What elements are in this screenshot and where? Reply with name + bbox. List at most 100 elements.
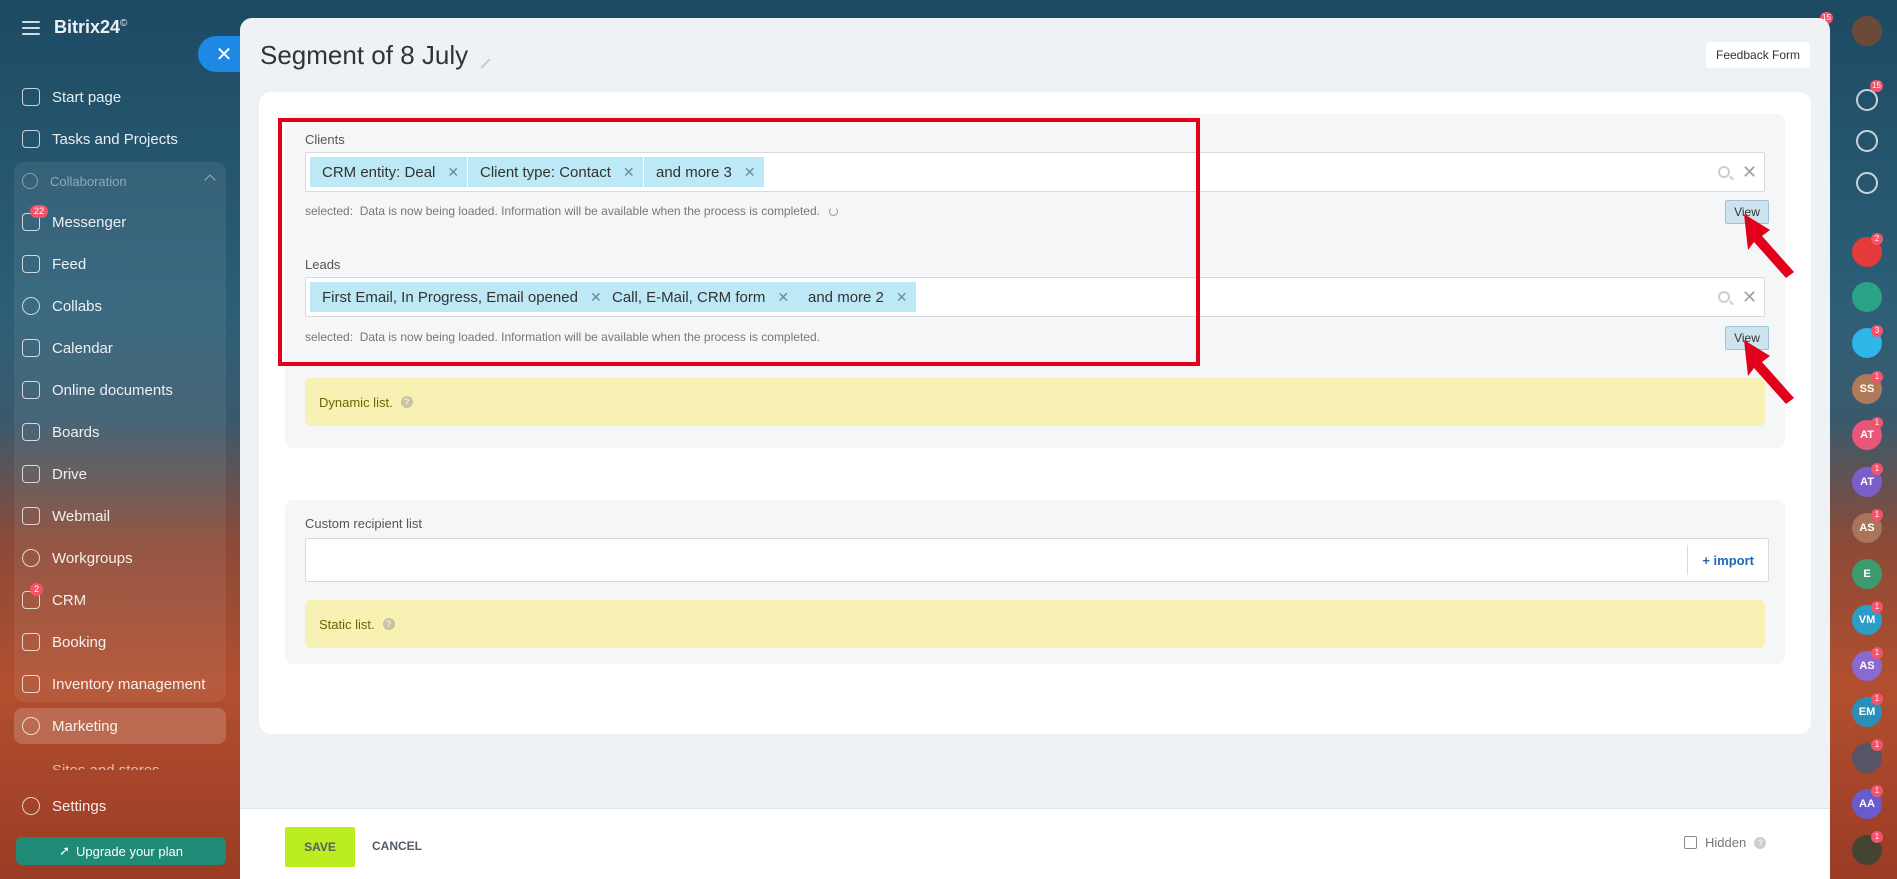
import-button[interactable]: + import xyxy=(1687,545,1768,575)
clear-icon[interactable]: ✕ xyxy=(1742,287,1757,308)
leads-tag[interactable]: Call, E-Mail, CRM form ✕ xyxy=(600,282,798,312)
collaboration-label: Collaboration xyxy=(50,173,127,189)
leads-view-button[interactable]: View xyxy=(1725,326,1769,350)
status-message: Data is now being loaded. Information wi… xyxy=(359,330,820,344)
close-slider-button[interactable]: ✕ xyxy=(198,36,242,72)
upgrade-plan-button[interactable]: ➚ Upgrade your plan xyxy=(16,837,226,865)
feedback-form-button[interactable]: Feedback Form xyxy=(1706,42,1811,68)
logo-row: Bitrix24© xyxy=(22,17,127,38)
leads-tag[interactable]: and more 2 ✕ xyxy=(796,282,916,312)
inventory-icon xyxy=(22,675,40,693)
page-title: Segment of 8 July xyxy=(260,40,491,71)
sidebar-item-label: Marketing xyxy=(52,717,118,735)
chevron-up-icon[interactable] xyxy=(204,174,216,186)
sidebar-item-messenger[interactable]: 22 Messenger xyxy=(14,204,226,240)
dynamic-list-notice: Dynamic list. ? xyxy=(305,378,1765,426)
leads-tag-label: First Email, In Progress, Email opened xyxy=(322,288,578,306)
sidebar-item-boards[interactable]: Boards xyxy=(14,414,226,450)
user-avatar[interactable] xyxy=(1852,16,1882,46)
fingerprint-icon[interactable] xyxy=(1856,130,1878,152)
bell-icon[interactable] xyxy=(1856,89,1878,111)
clients-status: selected: Data is now being loaded. Info… xyxy=(305,204,839,218)
dynamic-list-label: Dynamic list. xyxy=(319,394,393,410)
sidebar-item-label: Start page xyxy=(52,88,122,106)
sidebar-item-label: Calendar xyxy=(52,339,113,357)
sidebar-item-workgroups[interactable]: Workgroups xyxy=(14,540,226,576)
clients-view-button[interactable]: View xyxy=(1725,200,1769,224)
search-icon[interactable] xyxy=(1718,291,1730,303)
custom-recipient-input[interactable]: + import xyxy=(305,538,1769,582)
dynamic-section: Clients CRM entity: Deal ✕ Client type: … xyxy=(285,114,1785,448)
sidebar-item-webmail[interactable]: Webmail xyxy=(14,498,226,534)
remove-tag-icon[interactable]: ✕ xyxy=(777,289,789,306)
sidebar-item-label: Webmail xyxy=(52,507,111,525)
help-icon[interactable]: ? xyxy=(382,618,395,630)
remove-tag-icon[interactable]: ✕ xyxy=(447,164,459,181)
clients-tag[interactable]: and more 3 ✕ xyxy=(644,157,764,187)
hidden-checkbox[interactable] xyxy=(1684,836,1697,849)
sidebar-item-label: Settings xyxy=(52,797,107,815)
pencil-icon[interactable] xyxy=(473,51,491,68)
contact-badge: 1 xyxy=(1871,831,1883,843)
drive-icon xyxy=(22,465,40,483)
leads-filter-input[interactable]: First Email, In Progress, Email opened ✕… xyxy=(305,277,1765,317)
sidebar-item-label: Workgroups xyxy=(52,549,133,567)
contact-badge: 1 xyxy=(1871,693,1883,705)
sidebar-item-sites[interactable]: Sites and stores xyxy=(14,750,226,770)
contact-badge: 2 xyxy=(1871,233,1883,245)
sidebar-item-label: Inventory management xyxy=(52,675,206,693)
crm-badge: 2 xyxy=(30,583,44,596)
sidebar-item-settings[interactable]: Settings xyxy=(14,788,226,824)
remove-tag-icon[interactable]: ✕ xyxy=(623,164,635,181)
sidebar-item-label: Sites and stores xyxy=(52,762,160,770)
search-icon[interactable] xyxy=(1718,166,1730,178)
clients-tag-label: and more 3 xyxy=(656,163,732,181)
left-sidebar: Bitrix24© Collaboration Start page Tasks… xyxy=(0,0,240,879)
remove-tag-icon[interactable]: ✕ xyxy=(896,289,908,306)
clients-tag[interactable]: Client type: Contact ✕ xyxy=(468,157,643,187)
contact-badge: 1 xyxy=(1871,785,1883,797)
leads-tag[interactable]: First Email, In Progress, Email opened ✕ xyxy=(310,282,610,312)
sidebar-item-tasks[interactable]: Tasks and Projects xyxy=(14,121,226,157)
clear-icon[interactable]: ✕ xyxy=(1742,162,1757,183)
phone-avatar[interactable] xyxy=(1852,282,1882,312)
sidebar-item-label: Collabs xyxy=(52,297,103,315)
segment-card: Clients CRM entity: Deal ✕ Client type: … xyxy=(259,92,1811,734)
remove-tag-icon[interactable]: ✕ xyxy=(744,164,756,181)
contact-avatar[interactable]: E xyxy=(1852,559,1882,589)
sidebar-item-label: Online documents xyxy=(52,381,173,399)
cancel-button[interactable]: CANCEL xyxy=(372,839,422,853)
clients-filter-input[interactable]: CRM entity: Deal ✕ Client type: Contact … xyxy=(305,152,1765,192)
static-section: Custom recipient list + import Static li… xyxy=(285,500,1785,664)
help-icon[interactable]: ? xyxy=(400,396,413,408)
save-button[interactable]: SAVE xyxy=(285,827,355,867)
status-message: Data is now being loaded. Information wi… xyxy=(359,204,820,218)
collaboration-header[interactable]: Collaboration xyxy=(14,164,226,198)
sidebar-item-online-documents[interactable]: Online documents xyxy=(14,372,226,408)
clients-tag-label: Client type: Contact xyxy=(480,163,611,181)
search-chat-icon[interactable] xyxy=(1856,172,1878,194)
sidebar-item-crm[interactable]: 2 CRM xyxy=(14,582,226,618)
sidebar-item-label: Booking xyxy=(52,633,107,651)
clients-tag[interactable]: CRM entity: Deal ✕ xyxy=(310,157,468,187)
mail-icon xyxy=(22,507,40,525)
bitrix24-logo[interactable]: Bitrix24© xyxy=(54,17,127,38)
hidden-toggle[interactable]: Hidden ? xyxy=(1684,835,1767,850)
clients-label: Clients xyxy=(305,132,345,147)
leads-status: selected: Data is now being loaded. Info… xyxy=(305,330,820,344)
sidebar-item-feed[interactable]: Feed xyxy=(14,246,226,282)
sidebar-item-marketing[interactable]: Marketing xyxy=(14,708,226,744)
help-icon[interactable]: ? xyxy=(1754,836,1767,849)
sidebar-item-drive[interactable]: Drive xyxy=(14,456,226,492)
sidebar-item-collabs[interactable]: Collabs xyxy=(14,288,226,324)
footer-bar: SAVE CANCEL Hidden ? xyxy=(240,808,1830,879)
sidebar-item-inventory[interactable]: Inventory management xyxy=(14,666,226,702)
status-prefix: selected: xyxy=(305,204,354,218)
sidebar-item-booking[interactable]: Booking xyxy=(14,624,226,660)
hamburger-menu-icon[interactable] xyxy=(22,20,40,35)
static-list-label: Static list. xyxy=(319,616,375,632)
leads-label: Leads xyxy=(305,257,341,272)
sidebar-item-label: CRM xyxy=(52,591,87,609)
sidebar-item-start-page[interactable]: Start page xyxy=(14,79,226,115)
sidebar-item-calendar[interactable]: Calendar xyxy=(14,330,226,366)
